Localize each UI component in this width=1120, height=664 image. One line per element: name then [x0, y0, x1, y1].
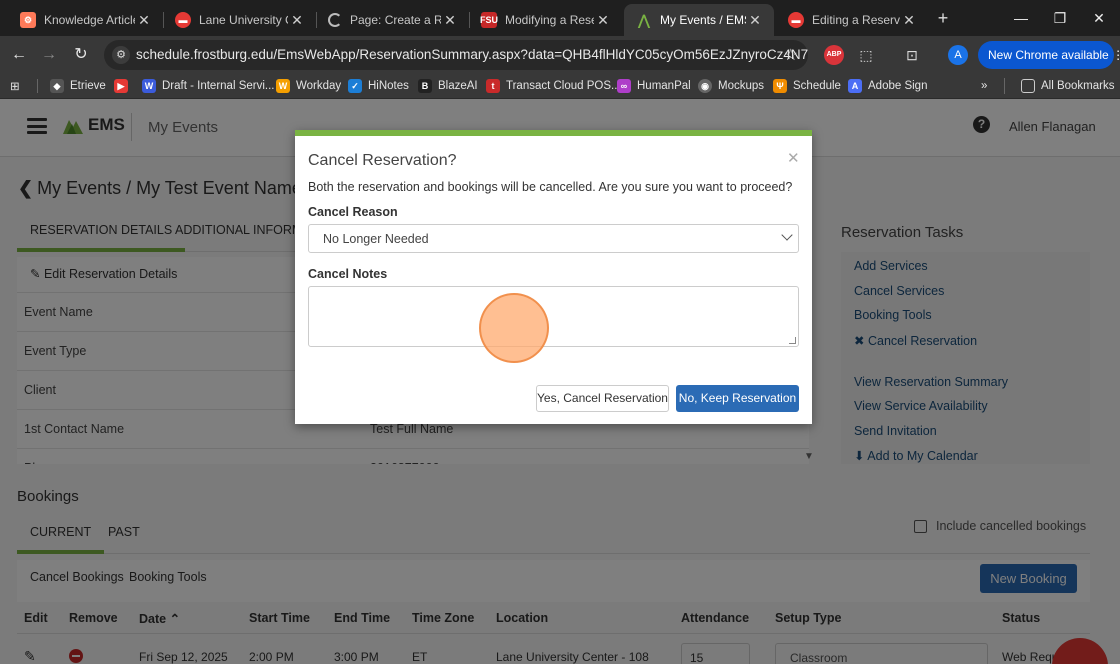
bookmark-adobe-sign[interactable]: A Adobe Sign — [848, 78, 927, 94]
folder-icon — [1021, 79, 1035, 93]
keep-reservation-button[interactable]: No, Keep Reservation — [676, 385, 799, 412]
new-tab-icon[interactable]: + — [932, 7, 954, 29]
tab-search-icon[interactable]: ⊡ — [902, 45, 922, 65]
dialog-title: Cancel Reservation? — [308, 152, 457, 169]
minimize-icon[interactable]: — — [1009, 8, 1033, 28]
reload-icon[interactable]: ↻ — [70, 44, 92, 66]
close-tab-icon[interactable]: ✕ — [746, 12, 764, 29]
bookmark-mockups[interactable]: ◉ Mockups — [698, 78, 764, 94]
window-close-icon[interactable]: ✕ — [1087, 8, 1111, 28]
all-bookmarks[interactable]: All Bookmarks — [1004, 78, 1115, 94]
cancel-notes-field[interactable] — [308, 286, 799, 347]
yes-cancel-button[interactable]: Yes, Cancel Reservation — [536, 385, 669, 412]
browser-tab[interactable]: Page: Create a Reser ✕ — [316, 4, 469, 36]
browser-tab-strip: ⚙ Knowledge Article E ✕ ▬ Lane Universit… — [0, 0, 1120, 36]
bookmarks-bar: ⊞ ◆ Etrieve ▶ W Draft - Internal Servi... … — [0, 73, 1120, 99]
draft-icon: W — [142, 79, 156, 93]
close-tab-icon[interactable]: ✕ — [441, 12, 459, 29]
bookmark-blazeai[interactable]: B BlazeAI — [418, 78, 478, 94]
schedule-icon: Ψ — [773, 79, 787, 93]
cancel-reason-select[interactable]: No Longer Needed — [308, 224, 799, 253]
cancel-reason-label: Cancel Reason — [308, 205, 398, 219]
browser-tab[interactable]: ▬ Editing a Reservatio ✕ — [776, 4, 928, 36]
adobe-icon: A — [848, 79, 862, 93]
cancel-notes-label: Cancel Notes — [308, 267, 388, 281]
restore-icon[interactable]: ❐ — [1048, 8, 1072, 28]
bookmark-transact[interactable]: t Transact Cloud POS... — [486, 78, 621, 94]
browser-tab-active[interactable]: ⋀ My Events / EMS ✕ — [624, 4, 774, 36]
address-bar[interactable]: ⚙ schedule.frostburg.edu/EmsWebApp/Reser… — [104, 40, 808, 70]
adblock-icon[interactable]: ABP — [824, 45, 844, 65]
ems-icon: ⋀ — [638, 11, 650, 28]
more-icon: ⋮ — [1112, 48, 1120, 62]
resize-handle[interactable] — [789, 337, 796, 344]
chevron-down-icon — [781, 229, 793, 241]
bookmark-hinotes[interactable]: ✓ HiNotes — [348, 78, 409, 94]
hubspot-icon: ⚙ — [20, 12, 36, 28]
fsu-icon: FSU — [480, 12, 498, 28]
youtube-icon: ▶ — [114, 79, 128, 93]
globe-icon: ◉ — [698, 79, 712, 93]
close-tab-icon[interactable]: ✕ — [288, 12, 306, 29]
apps-icon[interactable]: ⊞ — [10, 78, 20, 94]
site-info-icon[interactable]: ⚙ — [112, 46, 130, 64]
cancel-reservation-dialog: Cancel Reservation? ✕ Both the reservati… — [295, 130, 812, 424]
browser-toolbar: ← → ↻ ⚙ schedule.frostburg.edu/EmsWebApp… — [0, 36, 1120, 73]
etrieve-icon: ◆ — [50, 79, 64, 93]
bookmark-youtube[interactable]: ▶ — [114, 78, 134, 94]
close-tab-icon[interactable]: ✕ — [900, 12, 918, 29]
blaze-icon: B — [418, 79, 432, 93]
calendar-icon: ▬ — [175, 12, 191, 28]
bookmark-schedule[interactable]: Ψ Schedule — [773, 78, 841, 94]
dialog-message: Both the reservation and bookings will b… — [308, 180, 793, 194]
forward-icon[interactable]: → — [38, 44, 60, 66]
bookmark-etrieve[interactable]: ◆ Etrieve — [50, 78, 106, 94]
bookmark-star-icon[interactable]: ☆ — [784, 45, 798, 65]
check-icon: ✓ — [348, 79, 362, 93]
extensions-icon[interactable]: ⬚ — [856, 45, 876, 65]
back-icon[interactable]: ← — [8, 44, 30, 66]
bookmark-humanpal[interactable]: ∞ HumanPal — [617, 78, 691, 94]
chrome-update-button[interactable]: New Chrome available ⋮ — [978, 41, 1120, 69]
transact-icon: t — [486, 79, 500, 93]
browser-tab[interactable]: ⚙ Knowledge Article E ✕ — [8, 4, 163, 36]
browser-tab[interactable]: ▬ Lane University Cen ✕ — [163, 4, 316, 36]
loading-icon — [328, 13, 342, 27]
close-icon[interactable]: ✕ — [787, 149, 800, 167]
profile-avatar[interactable]: A — [948, 45, 968, 65]
close-tab-icon[interactable]: ✕ — [594, 12, 612, 29]
click-indicator — [479, 293, 549, 363]
browser-tab[interactable]: FSU Modifying a Reserva ✕ — [469, 4, 622, 36]
chevron-right-icon[interactable]: » — [981, 78, 987, 94]
close-tab-icon[interactable]: ✕ — [135, 12, 153, 29]
calendar-icon: ▬ — [788, 12, 804, 28]
workday-icon: W — [276, 79, 290, 93]
humanpal-icon: ∞ — [617, 79, 631, 93]
bookmark-workday[interactable]: W Workday — [276, 78, 341, 94]
bookmark-draft[interactable]: W Draft - Internal Servi... — [142, 78, 274, 94]
